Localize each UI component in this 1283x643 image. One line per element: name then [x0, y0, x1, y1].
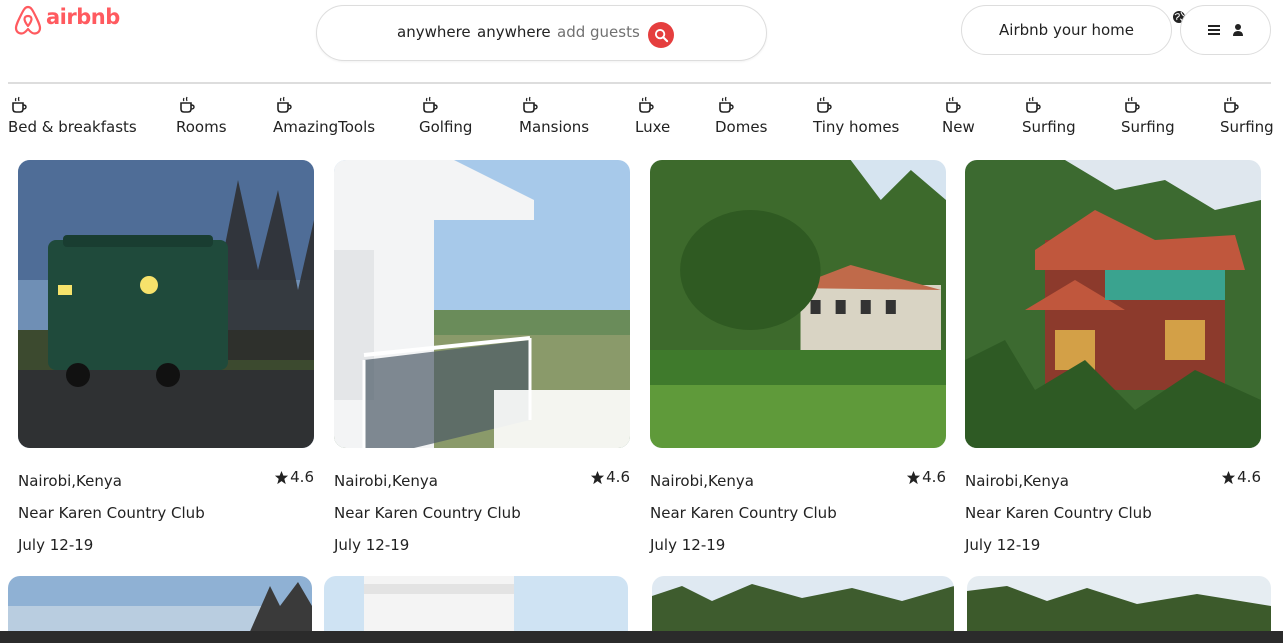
listing-dates: July 12-19	[18, 536, 94, 554]
coffee-cup-icon	[1125, 96, 1140, 113]
category-item[interactable]: New	[942, 96, 975, 136]
category-item[interactable]: Rooms	[176, 96, 227, 136]
airbnb-logo-icon	[14, 5, 42, 35]
listing-photo-partial[interactable]	[652, 576, 954, 636]
coffee-cup-icon	[946, 96, 961, 113]
listing-photo-partial[interactable]	[8, 576, 312, 636]
listing-title: Near Karen Country Club	[650, 504, 837, 522]
coffee-cup-icon	[1224, 96, 1239, 113]
category-label: AmazingTools	[273, 118, 376, 136]
category-label: Bed & breakfasts	[8, 118, 137, 136]
coffee-cup-icon	[523, 96, 538, 113]
listing-dates: July 12-19	[334, 536, 410, 554]
user-icon	[1232, 24, 1243, 36]
listing-rating-value: 4.6	[606, 468, 630, 486]
category-label: Mansions	[519, 118, 590, 136]
category-label: Tiny homes	[813, 118, 900, 136]
coffee-cup-icon	[639, 96, 654, 113]
coffee-cup-icon	[1026, 96, 1041, 113]
search-guests[interactable]: add guests	[557, 23, 640, 41]
profile-menu-button[interactable]	[1180, 5, 1271, 55]
coffee-cup-icon	[817, 96, 832, 113]
category-item[interactable]: Golfing	[419, 96, 472, 136]
listing-rating: 4.6	[590, 468, 630, 486]
category-label: Golfing	[419, 118, 473, 136]
category-item[interactable]: AmazingTools	[273, 96, 375, 136]
listing-location: Nairobi,Kenya	[965, 472, 1069, 490]
coffee-cup-icon	[277, 96, 292, 113]
listing-rating-value: 4.6	[1237, 468, 1261, 486]
listing-photo[interactable]	[18, 160, 314, 448]
search-location[interactable]: anywhere	[397, 23, 471, 41]
listing-photo-partial[interactable]	[967, 576, 1271, 636]
listing-card[interactable]: Nairobi,Kenya 4.6 Near Karen Country Club J…	[18, 160, 314, 554]
search-dates[interactable]: anywhere	[477, 23, 551, 41]
category-label: Surfing	[1121, 118, 1175, 136]
star-icon	[591, 470, 605, 484]
listing-card[interactable]: Nairobi,Kenya 4.6 Near Karen Country Club J…	[965, 160, 1261, 554]
listing-dates: July 12-19	[650, 536, 726, 554]
search-bar[interactable]: anywhere anywhere add guests	[316, 5, 767, 61]
coffee-cup-icon	[423, 96, 438, 113]
listing-rating: 4.6	[906, 468, 946, 486]
category-item[interactable]: Surfing	[1220, 96, 1274, 136]
listing-title: Near Karen Country Club	[18, 504, 205, 522]
listing-dates: July 12-19	[965, 536, 1041, 554]
hamburger-menu-icon	[1207, 25, 1220, 35]
airbnb-logo[interactable]: airbnb	[12, 4, 120, 36]
coffee-cup-icon	[180, 96, 195, 113]
listing-photo[interactable]	[334, 160, 630, 448]
listing-location: Nairobi,Kenya	[334, 472, 438, 490]
star-icon	[1222, 470, 1236, 484]
listing-card[interactable]: Nairobi,Kenya 4.6 Near Karen Country Club J…	[650, 160, 946, 554]
host-your-home-button[interactable]: Airbnb your home	[961, 5, 1172, 55]
star-icon	[907, 470, 921, 484]
coffee-cup-icon	[12, 96, 27, 113]
brand-name: airbnb	[46, 5, 120, 29]
listing-photo[interactable]	[965, 160, 1261, 448]
taskbar	[0, 631, 1283, 643]
category-item[interactable]: Tiny homes	[813, 96, 899, 136]
category-label: Rooms	[176, 118, 227, 136]
category-label: Surfing	[1022, 118, 1076, 136]
listing-photo-partial[interactable]	[324, 576, 628, 636]
coffee-cup-icon	[719, 96, 734, 113]
category-item[interactable]: Mansions	[519, 96, 589, 136]
listing-photo[interactable]	[650, 160, 946, 448]
category-label: New	[942, 118, 975, 136]
category-item[interactable]: Surfing	[1121, 96, 1175, 136]
category-item[interactable]: Bed & breakfasts	[8, 96, 137, 136]
search-button[interactable]	[648, 22, 674, 48]
star-icon	[275, 470, 289, 484]
category-item[interactable]: Domes	[715, 96, 767, 136]
listing-rating-value: 4.6	[290, 468, 314, 486]
search-icon	[654, 28, 668, 42]
listing-title: Near Karen Country Club	[334, 504, 521, 522]
listing-rating: 4.6	[1221, 468, 1261, 486]
category-item[interactable]: Luxe	[635, 96, 670, 136]
category-label: Luxe	[635, 118, 671, 136]
listing-title: Near Karen Country Club	[965, 504, 1152, 522]
header-divider	[8, 82, 1271, 84]
listing-location: Nairobi,Kenya	[18, 472, 122, 490]
category-label: Surfing	[1220, 118, 1274, 136]
listing-rating: 4.6	[274, 468, 314, 486]
category-label: Domes	[715, 118, 768, 136]
category-item[interactable]: Surfing	[1022, 96, 1076, 136]
listing-card[interactable]: Nairobi,Kenya 4.6 Near Karen Country Club J…	[334, 160, 630, 554]
listing-rating-value: 4.6	[922, 468, 946, 486]
listing-location: Nairobi,Kenya	[650, 472, 754, 490]
